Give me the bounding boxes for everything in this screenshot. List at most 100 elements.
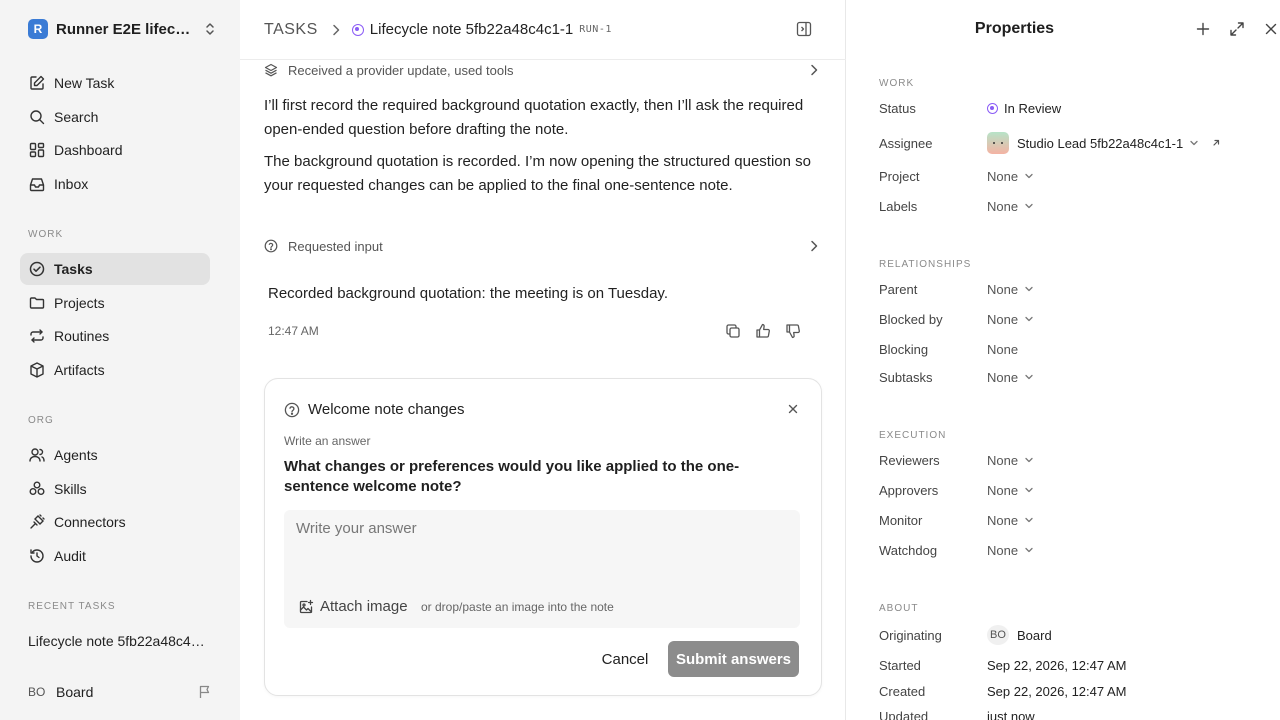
nav-routines[interactable]: Routines — [20, 320, 210, 352]
chevron-down-icon — [1189, 138, 1199, 148]
question-text: What changes or preferences would you li… — [284, 458, 740, 495]
chevron-updown-icon — [204, 22, 216, 36]
prop-label: Status — [879, 100, 916, 116]
activity-row-tools[interactable]: Received a provider update, used tools — [264, 59, 818, 81]
close-icon[interactable] — [787, 403, 799, 415]
nav-label: Artifacts — [54, 362, 105, 378]
prop-created: Created Sep 22, 2026, 12:47 AM — [879, 681, 1269, 701]
approvers-selector[interactable]: None — [987, 483, 1034, 498]
prop-label: Assignee — [879, 135, 933, 151]
originating-value-wrap: BO Board — [987, 625, 1052, 645]
reviewers-selector[interactable]: None — [987, 453, 1034, 468]
watchdog-selector[interactable]: None — [987, 543, 1034, 558]
folder-icon — [28, 294, 46, 312]
repeat-icon — [28, 327, 46, 345]
prop-originating: Originating BO Board — [879, 625, 1269, 645]
box-icon — [28, 361, 46, 379]
task-main: TASKS Lifecycle note 5fb22a48c4c1-1 RUN-… — [240, 0, 846, 720]
prop-updated: Updated just now — [879, 706, 1269, 720]
workspace-logo: R — [28, 19, 48, 39]
chevron-down-icon — [1024, 545, 1034, 555]
breadcrumb: TASKS Lifecycle note 5fb22a48c4c1-1 RUN-… — [240, 0, 846, 60]
blocked-by-selector[interactable]: None — [987, 312, 1034, 327]
labels-value: None — [987, 198, 1019, 214]
thumbs-up-icon[interactable] — [754, 322, 772, 340]
flag-icon[interactable] — [198, 685, 212, 699]
nav-search[interactable]: Search — [20, 101, 210, 133]
question-card-title: Welcome note changes — [308, 401, 465, 418]
nav-label: Search — [54, 109, 99, 125]
expand-icon[interactable] — [1228, 20, 1246, 38]
agent-message: Recorded background quotation: the meeti… — [268, 285, 668, 302]
activity-row-requested-input[interactable]: Requested input — [264, 235, 818, 257]
user-initials: BO — [28, 685, 46, 699]
prop-label: Created — [879, 683, 926, 699]
plus-icon[interactable] — [1194, 20, 1212, 38]
nav-projects[interactable]: Projects — [20, 287, 210, 319]
nav-label: Audit — [54, 548, 86, 564]
close-icon[interactable] — [1262, 20, 1280, 38]
prop-blocked-by: Blocked by None — [879, 309, 1269, 329]
nav-connectors[interactable]: Connectors — [20, 506, 210, 538]
chevron-down-icon — [1024, 455, 1034, 465]
users-icon — [28, 446, 46, 464]
prop-monitor: Monitor None — [879, 510, 1269, 530]
nav-label: Tasks — [54, 261, 93, 277]
user-menu[interactable]: BO Board — [28, 684, 212, 700]
monitor-selector[interactable]: None — [987, 513, 1034, 528]
chevron-down-icon — [1024, 485, 1034, 495]
run-badge: RUN-1 — [579, 24, 612, 35]
updated-value: just now — [987, 708, 1035, 720]
prop-parent: Parent None — [879, 279, 1269, 299]
external-link-icon[interactable] — [1211, 138, 1221, 148]
nav-label: New Task — [54, 75, 115, 91]
blocked-by-value: None — [987, 311, 1019, 327]
prop-label: Approvers — [879, 482, 939, 498]
prop-label: Watchdog — [879, 542, 938, 558]
attach-image-button[interactable]: Attach image — [298, 598, 408, 615]
workspace-switcher[interactable]: R Runner E2E lifecycle — [28, 19, 216, 39]
nav-agents[interactable]: Agents — [20, 439, 210, 471]
nav-dashboard[interactable]: Dashboard — [20, 134, 210, 166]
breadcrumb-tasks[interactable]: TASKS — [264, 21, 318, 39]
nav-label: Agents — [54, 447, 98, 463]
nav-new-task[interactable]: New Task — [20, 67, 210, 99]
sidebar: R Runner E2E lifecycle New Task Search D… — [0, 0, 240, 720]
nav-label: Dashboard — [54, 142, 123, 158]
panel-toggle-icon[interactable] — [796, 21, 812, 37]
agent-message: The background quotation is recorded. I’… — [264, 153, 812, 194]
recent-task-item[interactable]: Lifecycle note 5fb22a48c4c1-1 — [28, 633, 208, 649]
avatar — [987, 132, 1009, 154]
message-timestamp: 12:47 AM — [268, 324, 319, 338]
nav-tasks[interactable]: Tasks — [20, 253, 210, 285]
chevron-down-icon — [1024, 201, 1034, 211]
nav-inbox[interactable]: Inbox — [20, 168, 210, 200]
prop-label: Reviewers — [879, 452, 940, 468]
prop-assignee: Assignee Studio Lead 5fb22a48c4c1-1 — [879, 132, 1269, 154]
cancel-button[interactable]: Cancel — [593, 641, 657, 677]
watchdog-value: None — [987, 542, 1019, 558]
project-selector[interactable]: None — [987, 169, 1034, 184]
nav-audit[interactable]: Audit — [20, 540, 210, 572]
assignee-selector[interactable]: Studio Lead 5fb22a48c4c1-1 — [987, 132, 1199, 154]
chevron-down-icon — [1024, 515, 1034, 525]
status-in-review-icon — [351, 23, 364, 36]
question-card: Welcome note changes Write an answer Wha… — [264, 378, 822, 696]
prop-reviewers: Reviewers None — [879, 450, 1269, 470]
prop-label: Blocked by — [879, 311, 943, 327]
prop-approvers: Approvers None — [879, 480, 1269, 500]
status-selector[interactable]: In Review — [987, 101, 1061, 116]
nav-artifacts[interactable]: Artifacts — [20, 354, 210, 386]
copy-icon[interactable] — [724, 322, 742, 340]
thumbs-down-icon[interactable] — [784, 322, 802, 340]
submit-answers-button[interactable]: Submit answers — [668, 641, 799, 677]
nav-skills[interactable]: Skills — [20, 473, 210, 505]
originating-value: Board — [1017, 627, 1052, 643]
parent-selector[interactable]: None — [987, 282, 1034, 297]
user-name: Board — [56, 684, 94, 700]
labels-selector[interactable]: None — [987, 199, 1034, 214]
prop-label: Updated — [879, 708, 929, 720]
chevron-down-icon — [1024, 171, 1034, 181]
subtasks-selector[interactable]: None — [987, 370, 1034, 385]
inbox-icon — [28, 175, 46, 193]
